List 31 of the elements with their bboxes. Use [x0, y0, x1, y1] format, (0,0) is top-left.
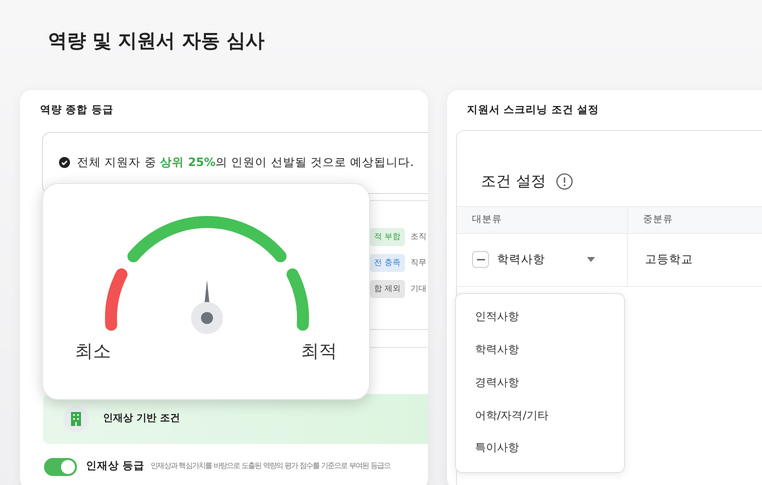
- row-text: 직무: [410, 256, 427, 269]
- row-text: 기대: [410, 282, 427, 295]
- column-header: 중분류: [642, 212, 673, 227]
- row-text: 조직: [410, 230, 427, 243]
- section-title: 조건 설정: [481, 171, 546, 192]
- page-title: 역량 및 지원서 자동 심사: [48, 30, 264, 53]
- tag: 전 충족: [370, 254, 405, 272]
- dropdown-item[interactable]: 특이사항: [456, 432, 624, 465]
- panel-title: 역량 종합 등급: [40, 103, 114, 118]
- info-icon[interactable]: [556, 172, 573, 190]
- tag: 합 제외: [370, 280, 405, 298]
- minus-icon: [476, 258, 484, 261]
- summary-text: 전체 지원자 중 상위 25%의 인원이 선발될 것으로 예상됩니다.: [77, 154, 414, 172]
- dropdown-item[interactable]: 인적사항: [456, 301, 624, 334]
- banner-label: 인재상 기반 조건: [103, 412, 180, 426]
- dropdown-item[interactable]: 어학/자격/기타: [456, 399, 624, 432]
- dropdown-item[interactable]: 경력사항: [456, 366, 624, 400]
- gauge-max-label: 최적: [301, 340, 337, 364]
- table-cell: 고등학교: [645, 251, 693, 268]
- panel-title: 지원서 스크리닝 조건 설정: [467, 103, 600, 118]
- check-circle-icon: [59, 157, 70, 168]
- column-header: 대분류: [457, 206, 628, 233]
- toggle-switch[interactable]: [44, 458, 77, 476]
- caret-icon[interactable]: [587, 257, 595, 262]
- category-select[interactable]: 학력사항: [497, 251, 545, 268]
- tag: 적 부합: [370, 228, 405, 246]
- dropdown-item[interactable]: 학력사항: [456, 334, 624, 367]
- gauge-min-label: 최소: [75, 340, 111, 364]
- remove-button[interactable]: [472, 251, 489, 268]
- toggle-label: 인재상 등급: [86, 458, 145, 474]
- building-icon: [63, 406, 89, 432]
